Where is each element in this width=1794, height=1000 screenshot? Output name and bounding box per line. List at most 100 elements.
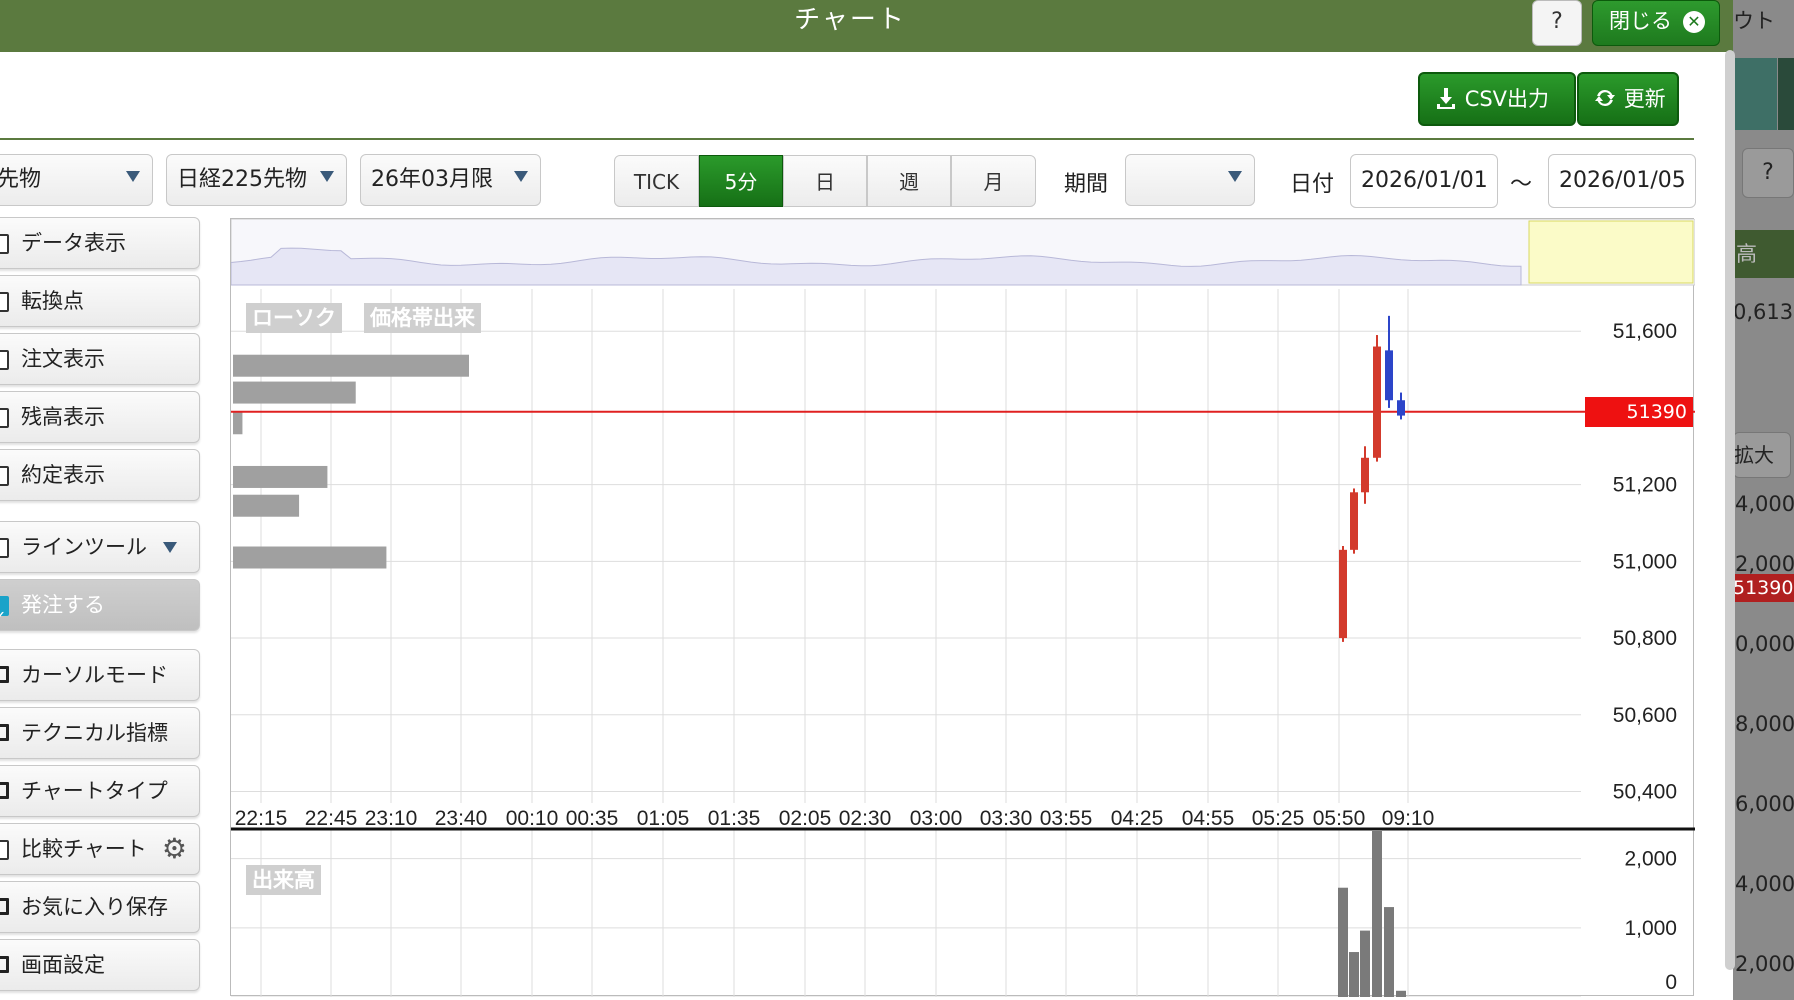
date-separator: ～ [1510, 172, 1533, 197]
volume-profile-bar [233, 354, 469, 377]
navigator-selection [1528, 220, 1694, 284]
timeframe-month-button[interactable]: 月 [951, 155, 1036, 207]
sidebar-item-label: 比較チャート [21, 837, 147, 861]
candle-body [1361, 457, 1369, 493]
background-text: 2,000 [1735, 952, 1794, 976]
background-help-button[interactable]: ? [1742, 148, 1794, 198]
close-icon: ✕ [1683, 11, 1705, 33]
candle-body [1373, 346, 1381, 458]
sidebar-item-8[interactable]: テクニカル指標 [0, 707, 200, 759]
volume-profile-bar [233, 546, 387, 569]
x-tick-label: 03:55 [1040, 807, 1093, 830]
sidebar-item-2[interactable]: 注文表示 [0, 333, 200, 385]
checkbox-icon [0, 292, 9, 312]
monitor-icon [0, 666, 9, 683]
x-tick-label: 09:10 [1382, 807, 1435, 830]
volume-profile-tag: 価格帯出来 [364, 303, 481, 333]
y-tick-label: 50,800 [1613, 627, 1677, 650]
background-text: 6,000 [1735, 792, 1794, 816]
sidebar-item-5[interactable]: ラインツール [0, 521, 200, 573]
y-tick-label: 50,400 [1613, 780, 1677, 803]
sidebar-item-label: 発注する [21, 593, 105, 617]
contract-value: 26年03月限 [371, 167, 493, 192]
volume-tick-label: 0 [1665, 971, 1677, 994]
sidebar-item-11[interactable]: お気に入り保存 [0, 881, 200, 933]
x-tick-label: 01:05 [637, 807, 690, 830]
refresh-button[interactable]: 更新 [1577, 72, 1679, 126]
sidebar-item-label: カーソルモード [21, 663, 168, 687]
timeframe-tick-button[interactable]: TICK [614, 155, 699, 207]
y-tick-label: 51,200 [1613, 474, 1677, 497]
chevron-down-icon [320, 171, 334, 182]
csv-export-button[interactable]: CSV出力 [1418, 72, 1576, 126]
monitor-icon [0, 956, 9, 973]
sidebar-item-label: 約定表示 [21, 463, 105, 487]
date-from-input[interactable]: 2026/01/01 [1350, 154, 1498, 208]
background-text: 高 [1736, 242, 1757, 266]
date-to-input[interactable]: 2026/01/05 [1548, 154, 1696, 208]
chart-area[interactable]: 22:15 22:45 23:10 23:40 00:10 00:35 01:05 01:35… [230, 218, 1695, 997]
contract-select[interactable]: 26年03月限 [360, 154, 541, 206]
csv-export-label: CSV出力 [1464, 87, 1550, 111]
background-text: 0,613 [1733, 300, 1794, 324]
x-tick-label: 04:25 [1111, 807, 1164, 830]
candle-body [1350, 492, 1358, 550]
instrument-select[interactable]: 日経225先物 [166, 154, 347, 206]
x-tick-label: 22:15 [235, 807, 288, 830]
timeframe-5min-button[interactable]: 5分 [699, 155, 783, 207]
timeframe-week-button[interactable]: 週 [867, 155, 951, 207]
candle-body [1397, 400, 1405, 416]
checkbox-icon [0, 408, 9, 428]
sidebar-item-10[interactable]: 比較チャート ⚙ [0, 823, 200, 875]
x-tick-label: 04:55 [1182, 807, 1235, 830]
x-tick-label: 03:00 [910, 807, 963, 830]
period-label: 期間 [1064, 172, 1109, 197]
x-tick-label: 02:30 [839, 807, 892, 830]
background-zoom-button[interactable]: 拡大 [1733, 432, 1791, 478]
candle-body [1385, 350, 1393, 401]
sidebar-item-9[interactable]: チャートタイプ [0, 765, 200, 817]
sidebar-item-0[interactable]: データ表示 [0, 217, 200, 269]
chart-svg[interactable]: 22:15 22:45 23:10 23:40 00:10 00:35 01:05 01:35… [231, 219, 1695, 997]
checkbox-checked-icon: ✓ [0, 596, 9, 626]
chevron-down-icon[interactable] [163, 542, 177, 553]
volume-bar [1349, 952, 1359, 997]
candle-body [1339, 549, 1347, 639]
monitor-icon [0, 898, 9, 915]
timeframe-day-button[interactable]: 日 [783, 155, 867, 207]
category-select[interactable]: 先物 [0, 154, 153, 206]
volume-profile-bar [233, 465, 328, 488]
sidebar-item-label: 残高表示 [21, 405, 105, 429]
gear-icon[interactable]: ⚙ [162, 824, 187, 874]
volume-tag: 出来高 [246, 865, 321, 895]
close-label: 閉じる [1609, 9, 1672, 33]
sidebar-item-4[interactable]: 約定表示 [0, 449, 200, 501]
sidebar-item-12[interactable]: 画面設定 [0, 939, 200, 991]
candlestick-tag: ローソク [246, 303, 342, 333]
scrollbar[interactable] [1725, 50, 1735, 970]
help-button[interactable]: ? [1532, 0, 1582, 46]
background-price-tag: 51390 [1733, 574, 1794, 602]
sidebar-item-label: ラインツール [21, 535, 147, 559]
close-button[interactable]: 閉じる ✕ [1592, 0, 1720, 46]
checkbox-icon [0, 840, 9, 860]
x-tick-label: 00:35 [566, 807, 619, 830]
volume-profile-bar [233, 494, 300, 517]
sidebar-item-3[interactable]: 残高表示 [0, 391, 200, 443]
logout-link[interactable]: ウト [1733, 0, 1794, 46]
volume-tick-label: 2,000 [1624, 848, 1677, 871]
monitor-icon [0, 782, 9, 799]
volume-bar [1338, 887, 1348, 997]
sidebar-item-6[interactable]: ✓ 発注する [0, 579, 200, 631]
refresh-label: 更新 [1623, 87, 1666, 111]
sidebar-item-1[interactable]: 転換点 [0, 275, 200, 327]
background-text: 0,000 [1735, 632, 1794, 656]
chevron-down-icon [1228, 171, 1242, 182]
sidebar-item-label: お気に入り保存 [21, 895, 168, 919]
period-select[interactable] [1125, 154, 1255, 206]
volume-bar [1396, 990, 1406, 997]
chevron-down-icon [514, 171, 528, 182]
instrument-value: 日経225先物 [177, 167, 307, 192]
volume-bar [1372, 831, 1382, 997]
sidebar-item-7[interactable]: カーソルモード [0, 649, 200, 701]
